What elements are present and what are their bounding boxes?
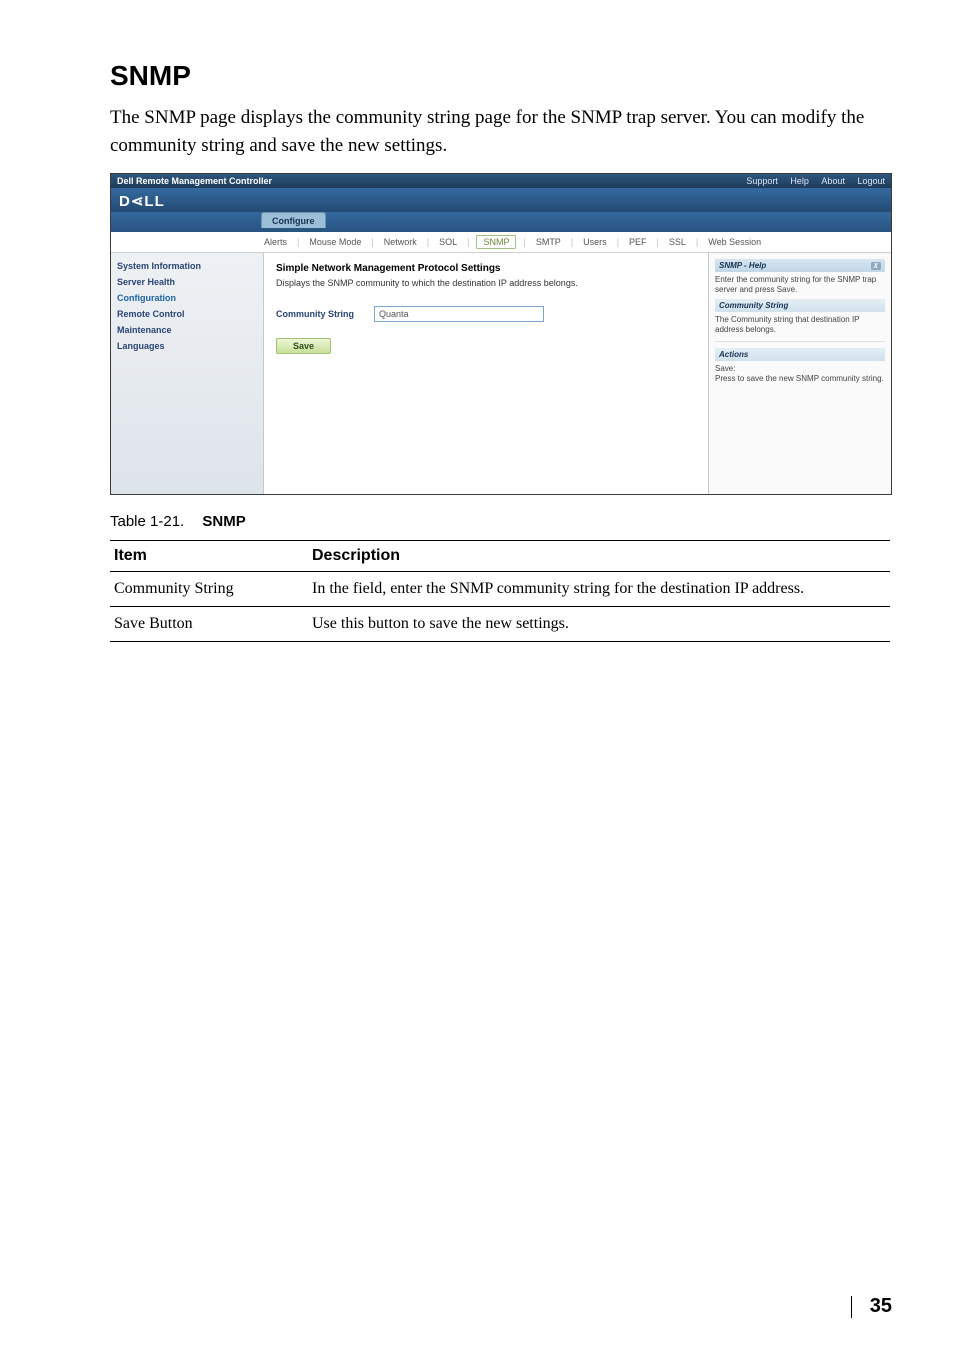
subtab-pef[interactable]: PEF — [626, 237, 650, 247]
sidebar-item-languages[interactable]: Languages — [117, 341, 257, 351]
bmc-title: Dell Remote Management Controller — [117, 176, 272, 186]
subtab-smtp[interactable]: SMTP — [533, 237, 564, 247]
svg-text:D⋖LL: D⋖LL — [119, 193, 165, 210]
link-about[interactable]: About — [821, 176, 845, 186]
top-links: Support Help About Logout — [736, 176, 885, 186]
sidebar-item-maintenance[interactable]: Maintenance — [117, 325, 257, 335]
intro-paragraph: The SNMP page displays the community str… — [110, 104, 894, 159]
th-item: Item — [110, 541, 308, 572]
logo-row: D⋖LL — [111, 188, 891, 212]
cell-item: Community String — [110, 572, 308, 607]
page-footer: 35 — [851, 1295, 892, 1318]
help-close-icon[interactable]: X — [871, 262, 881, 270]
table-number: Table 1-21. — [110, 513, 184, 530]
bmc-titlebar: Dell Remote Management Controller Suppor… — [111, 174, 891, 188]
help-community-text: The Community string that destination IP… — [715, 315, 885, 335]
table-name: SNMP — [202, 513, 245, 530]
cell-desc: In the field, enter the SNMP community s… — [308, 572, 890, 607]
link-help[interactable]: Help — [790, 176, 809, 186]
subtab-users[interactable]: Users — [580, 237, 610, 247]
save-button[interactable]: Save — [276, 338, 331, 354]
snmp-settings-desc: Displays the SNMP community to which the… — [276, 278, 696, 288]
bmc-body: System Information Server Health Configu… — [111, 253, 891, 495]
page-number: 35 — [870, 1295, 892, 1318]
subtab-alerts[interactable]: Alerts — [261, 237, 290, 247]
subtab-sol[interactable]: SOL — [436, 237, 460, 247]
table-caption: Table 1-21. SNMP — [110, 513, 894, 530]
help-header: SNMP - Help X — [715, 259, 885, 272]
sidebar-item-sysinfo[interactable]: System Information — [117, 261, 257, 271]
subtab-network[interactable]: Network — [381, 237, 420, 247]
help-section-actions: Actions — [715, 348, 885, 361]
community-string-label: Community String — [276, 309, 354, 319]
link-support[interactable]: Support — [746, 176, 778, 186]
help-intro: Enter the community string for the SNMP … — [715, 275, 885, 295]
help-action-save-desc: Press to save the new SNMP community str… — [715, 374, 884, 383]
help-action-save-label: Save: — [715, 364, 735, 373]
help-section-community: Community String — [715, 299, 885, 312]
subtab-row: Alerts| Mouse Mode| Network| SOL| SNMP| … — [111, 232, 891, 253]
snmp-description-table: Item Description Community String In the… — [110, 540, 890, 642]
sidebar-item-remote[interactable]: Remote Control — [117, 309, 257, 319]
community-string-row: Community String — [276, 306, 696, 322]
subtab-mouse[interactable]: Mouse Mode — [306, 237, 364, 247]
sidebar-item-config[interactable]: Configuration — [117, 293, 257, 303]
table-row: Community String In the field, enter the… — [110, 572, 890, 607]
bmc-main: Simple Network Management Protocol Setti… — [264, 253, 708, 495]
cell-desc: Use this button to save the new settings… — [308, 607, 890, 642]
footer-separator — [851, 1296, 852, 1318]
th-desc: Description — [308, 541, 890, 572]
sidebar-item-health[interactable]: Server Health — [117, 277, 257, 287]
tab-configure[interactable]: Configure — [261, 212, 326, 228]
table-row: Save Button Use this button to save the … — [110, 607, 890, 642]
bmc-sidebar: System Information Server Health Configu… — [111, 253, 264, 495]
bmc-window: Dell Remote Management Controller Suppor… — [110, 173, 892, 495]
help-actions-text: Save: Press to save the new SNMP communi… — [715, 364, 885, 384]
subtab-snmp[interactable]: SNMP — [476, 235, 516, 249]
page-heading: SNMP — [110, 60, 894, 92]
cell-item: Save Button — [110, 607, 308, 642]
help-panel: SNMP - Help X Enter the community string… — [708, 253, 891, 495]
primary-tab-row: Configure — [111, 212, 891, 232]
subtab-ssl[interactable]: SSL — [666, 237, 689, 247]
link-logout[interactable]: Logout — [857, 176, 885, 186]
subtab-web[interactable]: Web Session — [705, 237, 764, 247]
help-title: SNMP - Help — [719, 261, 766, 270]
community-string-input[interactable] — [374, 306, 544, 322]
dell-logo: D⋖LL — [119, 192, 179, 210]
snmp-settings-title: Simple Network Management Protocol Setti… — [276, 263, 696, 274]
